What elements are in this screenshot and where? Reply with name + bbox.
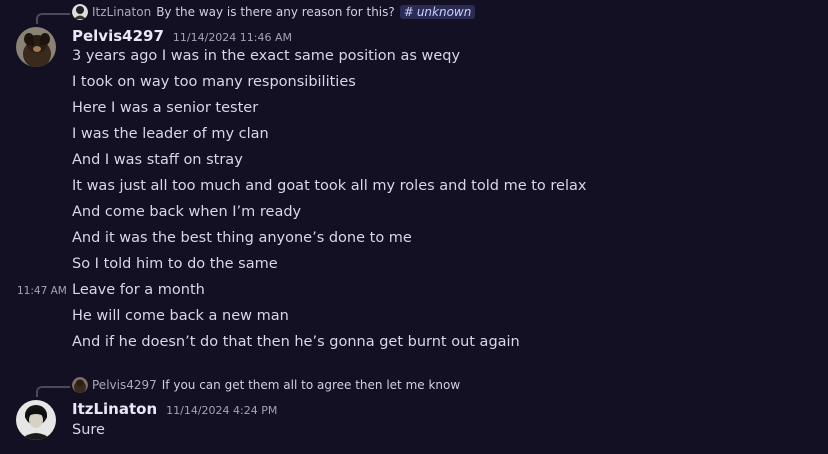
avatar[interactable] (16, 400, 56, 440)
person-avatar-icon (16, 400, 56, 440)
message-line: And I was staff on stray (72, 152, 243, 168)
timestamp[interactable]: 11/14/2024 4:24 PM (166, 404, 277, 417)
reply-avatar[interactable] (72, 4, 88, 20)
message-line: And if he doesn’t do that then he’s gonn… (72, 334, 520, 350)
message-line: He will come back a new man (72, 308, 289, 324)
channel-mention-label: unknown (416, 5, 472, 19)
reply-text[interactable]: If you can get them all to agree then le… (162, 378, 460, 392)
chat-messages: ItzLinaton By the way is there any reaso… (0, 0, 828, 454)
username[interactable]: Pelvis4297 (72, 27, 164, 45)
reply-author[interactable]: ItzLinaton (92, 5, 151, 19)
message-line: Sure (72, 422, 105, 438)
message-line: It was just all too much and goat took a… (72, 178, 587, 194)
reply-connector (36, 386, 70, 397)
message-header: ItzLinaton 11/14/2024 4:24 PM (72, 400, 277, 418)
hash-icon: # (403, 5, 414, 19)
message-line: I took on way too many responsibilities (72, 74, 356, 90)
message-header: Pelvis4297 11/14/2024 11:46 AM (72, 27, 292, 45)
reply-preview[interactable]: ItzLinaton By the way is there any reaso… (72, 3, 476, 21)
message-line: Here I was a senior tester (72, 100, 259, 116)
channel-mention[interactable]: # unknown (399, 5, 476, 19)
reply-connector (36, 13, 70, 24)
hover-timestamp[interactable]: 11:47 AM (17, 285, 67, 297)
reply-avatar[interactable] (72, 377, 88, 393)
reply-text[interactable]: By the way is there any reason for this? (156, 5, 395, 19)
message-line: So I told him to do the same (72, 256, 278, 272)
username[interactable]: ItzLinaton (72, 400, 157, 418)
avatar[interactable] (16, 27, 56, 67)
timestamp[interactable]: 11/14/2024 11:46 AM (173, 31, 292, 44)
dog-avatar-icon (16, 27, 56, 67)
message-line: And it was the best thing anyone’s done … (72, 230, 412, 246)
message-line: I was the leader of my clan (72, 126, 269, 142)
reply-preview[interactable]: Pelvis4297 If you can get them all to ag… (72, 376, 460, 394)
message-line: Leave for a month (72, 282, 205, 298)
message-line: 3 years ago I was in the exact same posi… (72, 48, 461, 64)
reply-author[interactable]: Pelvis4297 (92, 378, 157, 392)
message-line: And come back when I’m ready (72, 204, 302, 220)
